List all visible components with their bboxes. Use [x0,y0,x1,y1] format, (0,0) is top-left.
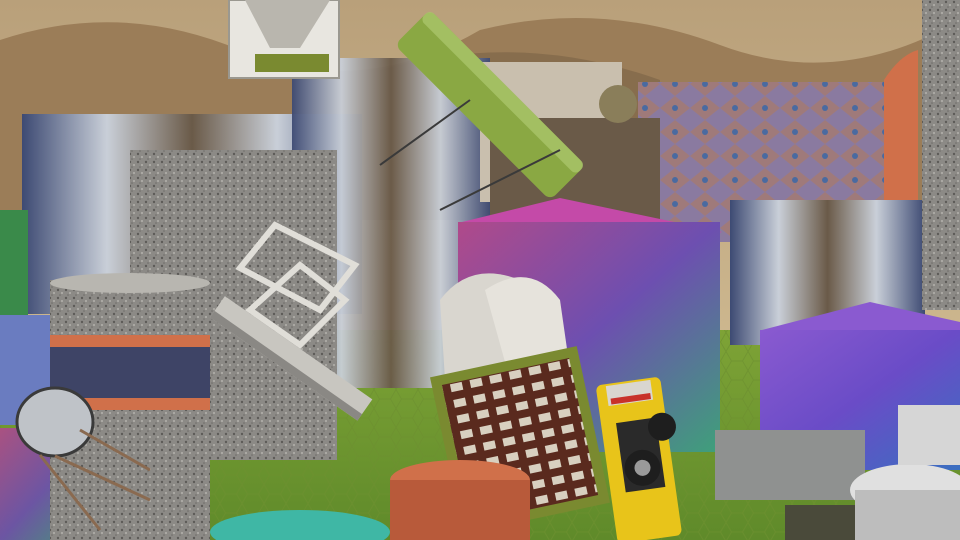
orange-cylinder [390,480,530,540]
marble-disc [855,490,960,540]
stone-sphere [599,85,637,123]
green-wall-left [0,210,28,320]
rendered-scene [0,0,960,540]
grey-base-slab [715,430,865,500]
dark-panel-corner [785,505,855,540]
white-slab-right [898,405,960,465]
stone-pillar-right [922,0,960,310]
hanging-planter [228,0,340,79]
